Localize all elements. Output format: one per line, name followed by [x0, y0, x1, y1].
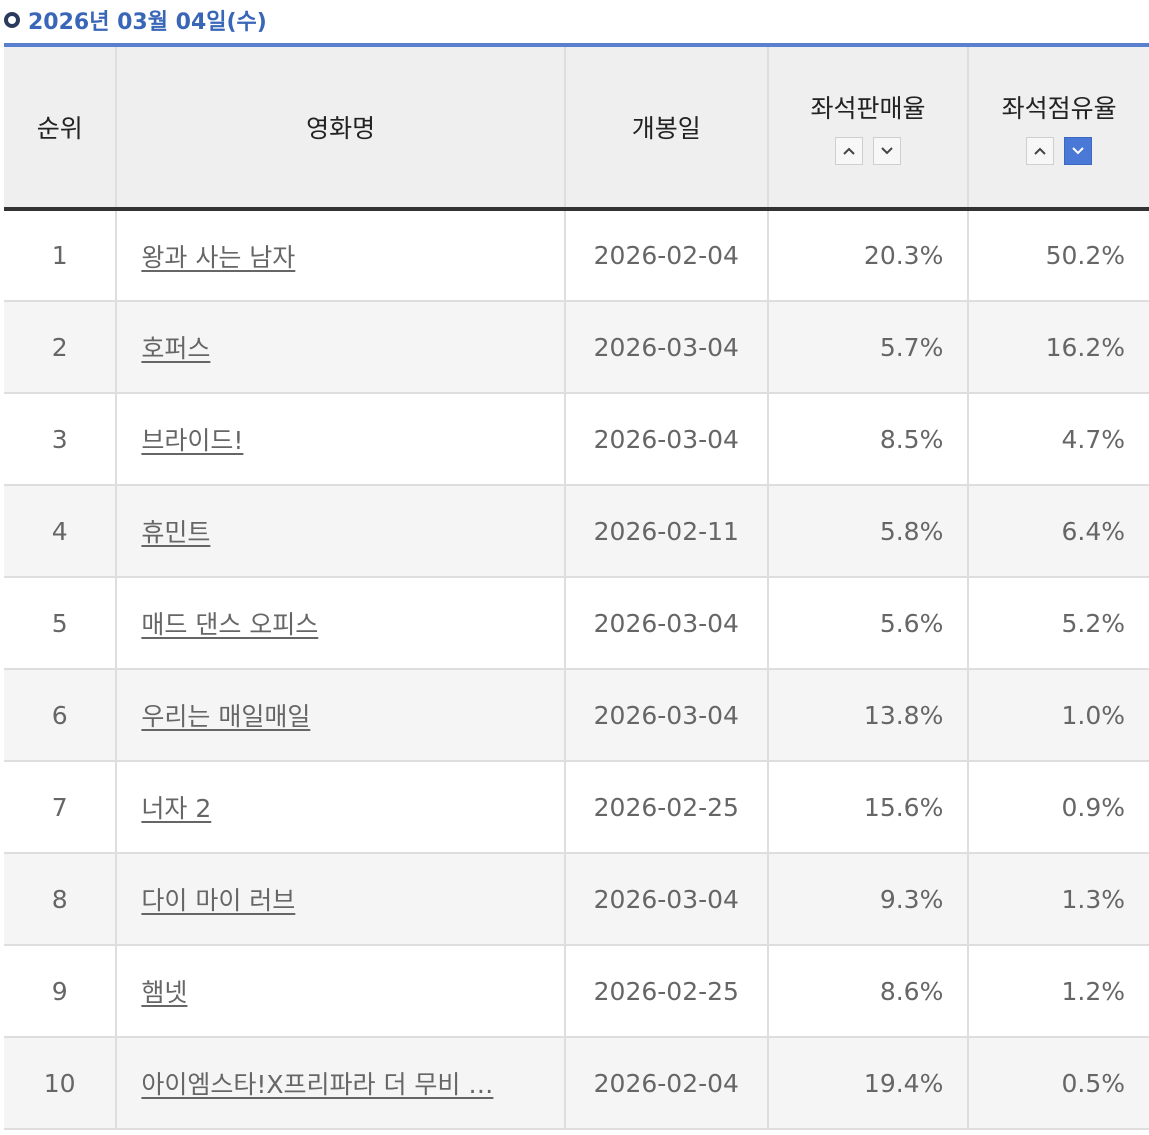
seat-sales-cell: 15.6%: [766, 761, 969, 854]
release-date-cell: 2026-03-04: [563, 301, 768, 394]
chevron-up-icon: [1034, 147, 1046, 155]
rank-cell: 7: [4, 761, 117, 854]
seat-sales-cell: 8.6%: [766, 945, 969, 1038]
movie-title-link[interactable]: 우리는 매일매일: [141, 702, 310, 731]
movie-title-link[interactable]: 왕과 사는 남자: [141, 243, 295, 272]
table-row: 9 햄넷 2026-02-25 8.6% 1.2%: [4, 945, 1149, 1038]
seat-share-cell: 0.5%: [967, 1037, 1149, 1130]
table-row: 10 아이엠스타!X프리파라 더 무비 … 2026-02-04 19.4% 0.5%: [4, 1037, 1149, 1130]
seat-share-cell: 6.4%: [967, 485, 1149, 578]
table-row: 7 너자 2 2026-02-25 15.6% 0.9%: [4, 761, 1149, 854]
release-date-cell: 2026-02-04: [563, 209, 768, 302]
table-row: 5 매드 댄스 오피스 2026-03-04 5.6% 5.2%: [4, 577, 1149, 670]
column-header-title: 영화명: [115, 47, 565, 211]
release-date-cell: 2026-02-04: [563, 1037, 768, 1130]
seat-sales-cell: 5.6%: [766, 577, 969, 670]
seat-share-sort-desc-button[interactable]: [1064, 137, 1093, 165]
seat-share-sort-controls: [969, 137, 1149, 165]
table-header: 순위 영화명 개봉일 좌석판매율 좌석점유율: [4, 47, 1149, 211]
table-row: 6 우리는 매일매일 2026-03-04 13.8% 1.0%: [4, 669, 1149, 762]
rank-cell: 9: [4, 945, 117, 1038]
seat-share-cell: 5.2%: [967, 577, 1149, 670]
movie-title-link[interactable]: 브라이드!: [141, 426, 243, 455]
seat-sales-cell: 5.8%: [766, 485, 969, 578]
seat-sales-cell: 13.8%: [766, 669, 969, 762]
seat-sales-sort-desc-button[interactable]: [873, 137, 901, 165]
movie-title-link[interactable]: 휴민트: [141, 518, 210, 547]
seat-share-cell: 50.2%: [967, 209, 1149, 302]
title-cell: 아이엠스타!X프리파라 더 무비 …: [115, 1037, 565, 1130]
title-cell: 왕과 사는 남자: [115, 209, 565, 302]
seat-share-cell: 16.2%: [967, 301, 1149, 394]
movie-title-link[interactable]: 햄넷: [141, 978, 187, 1007]
movie-title-link[interactable]: 호퍼스: [141, 334, 210, 363]
chevron-down-icon: [1072, 147, 1084, 155]
table-row: 8 다이 마이 러브 2026-03-04 9.3% 1.3%: [4, 853, 1149, 946]
title-cell: 매드 댄스 오피스: [115, 577, 565, 670]
date-header: 2026년 03월 04일(수): [4, 0, 267, 40]
release-date-cell: 2026-03-04: [563, 577, 768, 670]
chevron-down-icon: [881, 147, 893, 155]
movie-title-link[interactable]: 너자 2: [141, 794, 211, 823]
seat-share-cell: 1.0%: [967, 669, 1149, 762]
release-date-cell: 2026-02-25: [563, 945, 768, 1038]
seat-share-cell: 0.9%: [967, 761, 1149, 854]
seat-sales-cell: 20.3%: [766, 209, 969, 302]
column-header-rank: 순위: [4, 47, 117, 211]
table-body: 1 왕과 사는 남자 2026-02-04 20.3% 50.2% 2 호퍼스 2026-03…: [4, 209, 1149, 1130]
seat-share-cell: 1.3%: [967, 853, 1149, 946]
seat-share-cell: 4.7%: [967, 393, 1149, 486]
release-date-cell: 2026-02-25: [563, 761, 768, 854]
movie-title-link[interactable]: 매드 댄스 오피스: [141, 610, 318, 639]
chevron-up-icon: [843, 147, 855, 155]
rank-cell: 4: [4, 485, 117, 578]
column-header-seat-share: 좌석점유율: [967, 47, 1149, 211]
rank-cell: 1: [4, 209, 117, 302]
circle-bullet-icon: [4, 12, 20, 28]
table-row: 2 호퍼스 2026-03-04 5.7% 16.2%: [4, 301, 1149, 394]
title-cell: 휴민트: [115, 485, 565, 578]
seat-sales-cell: 8.5%: [766, 393, 969, 486]
movie-title-link[interactable]: 아이엠스타!X프리파라 더 무비 …: [141, 1070, 493, 1099]
seat-sales-cell: 9.3%: [766, 853, 969, 946]
title-cell: 우리는 매일매일: [115, 669, 565, 762]
rank-cell: 10: [4, 1037, 117, 1130]
title-cell: 너자 2: [115, 761, 565, 854]
release-date-cell: 2026-03-04: [563, 393, 768, 486]
rank-cell: 8: [4, 853, 117, 946]
title-cell: 브라이드!: [115, 393, 565, 486]
movie-title-link[interactable]: 다이 마이 러브: [141, 886, 295, 915]
seat-share-sort-asc-button[interactable]: [1026, 137, 1055, 165]
ranking-table-container: 순위 영화명 개봉일 좌석판매율 좌석점유율 1 왕과 사는 남자 2026-0…: [4, 43, 1149, 1130]
table-row: 1 왕과 사는 남자 2026-02-04 20.3% 50.2%: [4, 209, 1149, 302]
release-date-cell: 2026-03-04: [563, 669, 768, 762]
table-row: 4 휴민트 2026-02-11 5.8% 6.4%: [4, 485, 1149, 578]
date-label: 2026년 03월 04일(수): [28, 10, 267, 35]
title-cell: 호퍼스: [115, 301, 565, 394]
column-header-release: 개봉일: [563, 47, 768, 211]
seat-share-cell: 1.2%: [967, 945, 1149, 1038]
seat-sales-sort-asc-button[interactable]: [835, 137, 863, 165]
column-header-seat-sales: 좌석판매율: [766, 47, 969, 211]
title-cell: 햄넷: [115, 945, 565, 1038]
seat-sales-sort-controls: [769, 137, 968, 165]
ranking-table: 순위 영화명 개봉일 좌석판매율 좌석점유율 1 왕과 사는 남자 2026-0…: [4, 47, 1149, 1130]
release-date-cell: 2026-02-11: [563, 485, 768, 578]
release-date-cell: 2026-03-04: [563, 853, 768, 946]
rank-cell: 5: [4, 577, 117, 670]
title-cell: 다이 마이 러브: [115, 853, 565, 946]
rank-cell: 6: [4, 669, 117, 762]
table-row: 3 브라이드! 2026-03-04 8.5% 4.7%: [4, 393, 1149, 486]
seat-sales-cell: 19.4%: [766, 1037, 969, 1130]
seat-sales-cell: 5.7%: [766, 301, 969, 394]
rank-cell: 3: [4, 393, 117, 486]
rank-cell: 2: [4, 301, 117, 394]
